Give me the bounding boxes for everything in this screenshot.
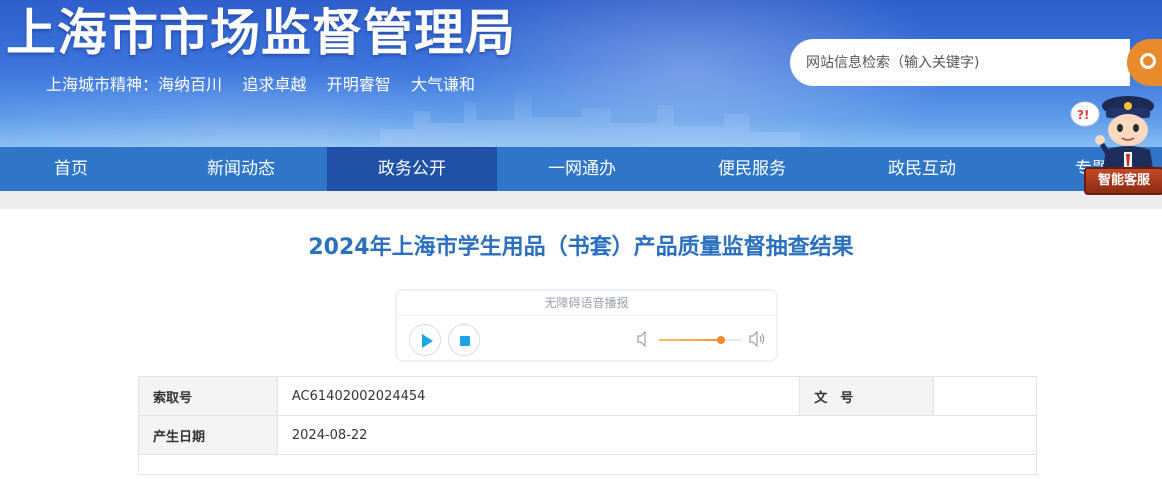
search-icon [1140, 53, 1156, 69]
creation-date-value: 2024-08-22 [276, 415, 1038, 455]
nav-item-home[interactable]: 首页 [0, 147, 156, 191]
assistant-bubble-text: ?! [1077, 108, 1089, 122]
volume-slider-handle[interactable] [717, 336, 726, 344]
index-number-value: AC61402002024454 [276, 376, 801, 416]
document-info-table: 索取号 AC61402002024454 文 号 产生日期 2024-08-22 [138, 376, 1038, 475]
nav-underline-strip [0, 191, 1162, 209]
nav-item-online-services[interactable]: 一网通办 [497, 147, 667, 191]
main-nav: 首页 新闻动态 政务公开 一网通办 便民服务 政民互动 专题 [0, 147, 1162, 191]
assistant-button[interactable]: 智能客服 [1084, 167, 1162, 195]
nav-item-interaction[interactable]: 政民互动 [837, 147, 1007, 191]
document-number-label: 文 号 [799, 376, 935, 416]
table-row: 产生日期 2024-08-22 [138, 415, 1038, 455]
table-cell-empty [138, 454, 1037, 475]
article-title: 2024年上海市学生用品（书套）产品质量监督抽查结果 [308, 235, 854, 260]
index-number-label: 索取号 [138, 376, 278, 416]
site-title[interactable]: 上海市市场监督管理局 [6, 0, 516, 66]
document-number-value [933, 376, 1037, 416]
play-button[interactable] [409, 324, 441, 356]
player-divider [397, 315, 776, 316]
play-icon [422, 334, 433, 348]
search-box [790, 39, 1130, 86]
table-row [138, 454, 1037, 475]
audio-player: 无障碍语音播报 [395, 289, 778, 362]
stop-button[interactable] [448, 324, 480, 356]
volume-high-icon[interactable] [749, 330, 767, 348]
nav-item-public-services[interactable]: 便民服务 [667, 147, 837, 191]
creation-date-label: 产生日期 [138, 415, 278, 455]
volume-slider-fill [659, 339, 722, 341]
player-label: 无障碍语音播报 [544, 296, 629, 310]
nav-item-news[interactable]: 新闻动态 [156, 147, 326, 191]
stop-icon [460, 336, 470, 346]
nav-item-gov-info[interactable]: 政务公开 [327, 147, 497, 191]
search-input[interactable] [806, 51, 1126, 75]
site-motto: 上海城市精神：海纳百川 追求卓越 开明睿智 大气谦和 [46, 75, 476, 94]
table-row: 索取号 AC61402002024454 文 号 [138, 376, 1037, 416]
volume-low-icon[interactable] [637, 331, 651, 347]
volume-slider[interactable] [659, 336, 741, 344]
